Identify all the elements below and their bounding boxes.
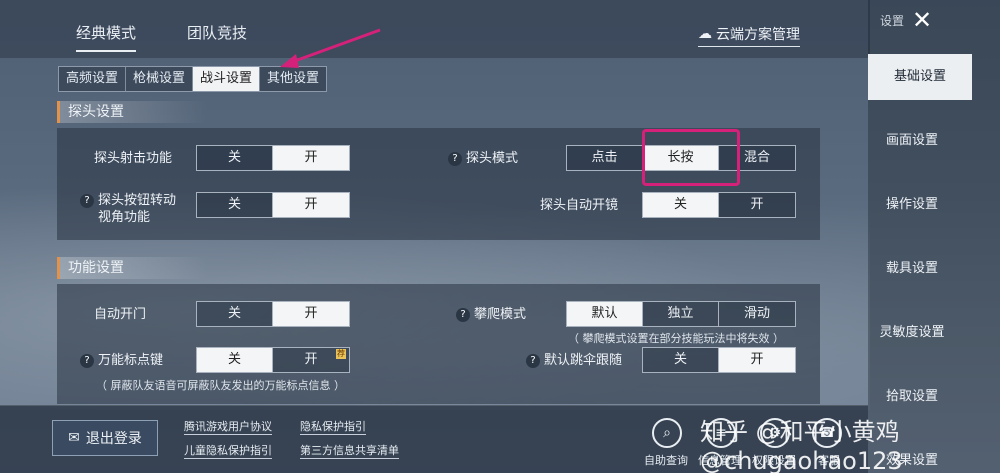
settings-title: 设置 xyxy=(880,14,905,28)
climb-mode-label: ? 攀爬模式 xyxy=(456,306,526,323)
peek-rotate-toggle: 关 开 xyxy=(196,192,350,218)
logout-label: 退出登录 xyxy=(85,431,142,447)
parachute-follow-on[interactable]: 开 xyxy=(719,348,795,372)
peek-scope-on[interactable]: 开 xyxy=(719,193,795,217)
watermark: 知乎 @和平小黄鸡 @chugaohao123 xyxy=(700,418,903,473)
help-icon[interactable]: ? xyxy=(456,307,470,322)
sidebar-item-sensitivity[interactable]: 灵敏度设置 xyxy=(868,310,956,356)
parachute-follow-toggle: 关 开 xyxy=(642,347,796,373)
wechat-icon: ✉ xyxy=(68,430,80,446)
auto-door-label: 自动开门 xyxy=(94,307,147,322)
peek-fire-on[interactable]: 开 xyxy=(273,146,349,170)
section-function-header: 功能设置 xyxy=(57,257,207,279)
climb-independent[interactable]: 独立 xyxy=(643,302,719,326)
self-query-icon[interactable]: ⌕ xyxy=(652,418,682,448)
sidebar-item-graphics[interactable]: 画面设置 xyxy=(868,118,956,164)
auto-door-toggle: 关 开 xyxy=(196,301,350,327)
cloud-scheme-label: 云端方案管理 xyxy=(716,27,800,43)
universal-mark-off[interactable]: 关 xyxy=(197,348,273,372)
link-child-privacy[interactable]: 儿童隐私保护指引 xyxy=(184,442,272,459)
peek-scope-off[interactable]: 关 xyxy=(643,193,719,217)
climb-slide[interactable]: 滑动 xyxy=(719,302,795,326)
peek-mode-label-text: 探头模式 xyxy=(466,151,519,166)
peek-mode-label: ? 探头模式 xyxy=(448,150,518,167)
section-peek-header: 探头设置 xyxy=(57,101,207,123)
parachute-follow-label: ? 默认跳伞跟随 xyxy=(526,352,622,369)
peek-fire-off[interactable]: 关 xyxy=(197,146,273,170)
sidebar-item-controls[interactable]: 操作设置 xyxy=(868,182,956,228)
help-icon[interactable]: ? xyxy=(526,353,540,368)
auto-door-off[interactable]: 关 xyxy=(197,302,273,326)
parachute-follow-label-text: 默认跳伞跟随 xyxy=(544,353,623,368)
climb-default[interactable]: 默认 xyxy=(567,302,643,326)
climb-note: （ 攀爬模式设置在部分技能玩法中将失效 ） xyxy=(568,332,784,345)
settings-sidebar: 设置 ✕ 基础设置 画面设置 操作设置 载具设置 灵敏度设置 拾取设置 效果设置 xyxy=(868,0,1000,473)
peek-rotate-on[interactable]: 开 xyxy=(273,193,349,217)
cloud-scheme-link[interactable]: ☁ 云端方案管理 xyxy=(698,24,800,47)
peek-rotate-off[interactable]: 关 xyxy=(197,193,273,217)
universal-mark-label: ? 万能标点键 xyxy=(80,352,163,369)
close-icon[interactable]: ✕ xyxy=(912,6,932,34)
help-icon[interactable]: ? xyxy=(80,193,94,208)
climb-mode-selector: 默认 独立 滑动 xyxy=(566,301,796,327)
peek-rotate-label: ? 探头按钮转动 xyxy=(80,192,176,209)
universal-mark-on-label: 开 xyxy=(304,352,318,367)
highlight-box xyxy=(642,129,740,186)
peek-fire-label: 探头射击功能 xyxy=(94,151,173,166)
sidebar-item-basic[interactable]: 基础设置 xyxy=(868,54,972,100)
universal-mark-label-text: 万能标点键 xyxy=(98,353,164,368)
universal-mark-on[interactable]: 开 荐 xyxy=(273,348,349,372)
sidebar-item-vehicle[interactable]: 载具设置 xyxy=(868,246,956,292)
help-icon[interactable]: ? xyxy=(448,151,462,166)
peek-scope-label: 探头自动开镜 xyxy=(540,198,619,213)
universal-mark-note: （ 屏蔽队友语音可屏蔽队友发出的万能标点信息 ） xyxy=(96,379,345,392)
cloud-icon: ☁ xyxy=(698,26,712,42)
recommend-badge: 荐 xyxy=(336,349,346,359)
annotation-arrow xyxy=(280,28,381,68)
self-query-label: 自助查询 xyxy=(644,454,688,467)
climb-mode-label-text: 攀爬模式 xyxy=(474,307,527,322)
peek-mode-tap[interactable]: 点击 xyxy=(567,146,643,170)
peek-rotate-label-line1: 探头按钮转动 xyxy=(98,193,177,208)
peek-scope-toggle: 关 开 xyxy=(642,192,796,218)
help-icon[interactable]: ? xyxy=(80,353,94,368)
auto-door-on[interactable]: 开 xyxy=(273,302,349,326)
link-privacy-guide[interactable]: 隐私保护指引 xyxy=(300,418,366,435)
link-third-party-sharing[interactable]: 第三方信息共享清单 xyxy=(300,442,399,459)
logout-button[interactable]: ✉ 退出登录 xyxy=(52,420,158,456)
peek-fire-toggle: 关 开 xyxy=(196,145,350,171)
universal-mark-toggle: 关 开 荐 xyxy=(196,347,350,373)
link-user-agreement[interactable]: 腾讯游戏用户协议 xyxy=(184,418,272,435)
parachute-follow-off[interactable]: 关 xyxy=(643,348,719,372)
peek-rotate-label-line2: 视角功能 xyxy=(98,210,151,225)
